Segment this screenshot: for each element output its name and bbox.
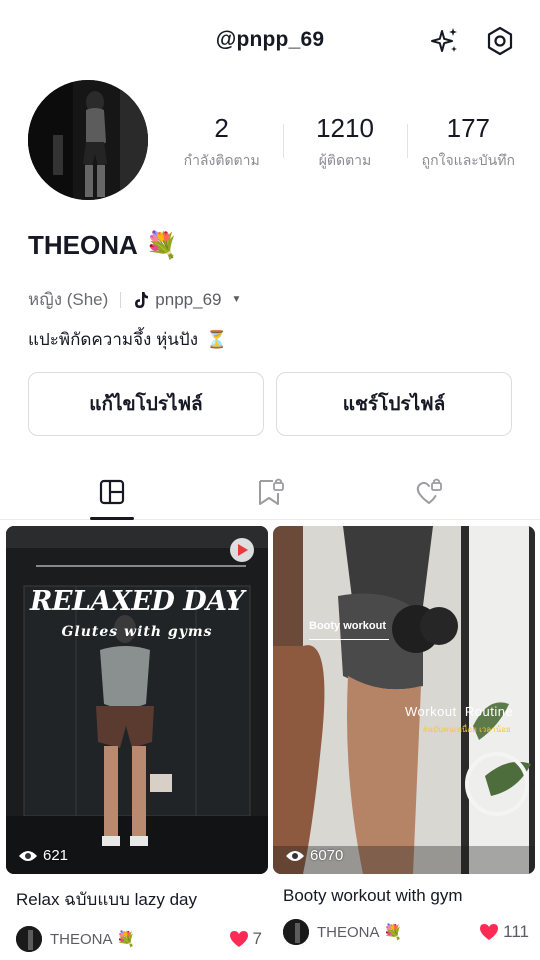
- tiktok-handle: pnpp_69: [155, 289, 222, 309]
- bookmark-lock-icon: [259, 478, 284, 505]
- bio-text: แปะพิกัดความจึ้ง หุ่นปัง: [28, 330, 198, 349]
- video-title: Booty workout with gym: [283, 886, 463, 905]
- author-name-text: THEONA: [317, 923, 380, 941]
- tab-videos[interactable]: [94, 476, 130, 508]
- view-count: 6070: [285, 847, 343, 864]
- tab-liked[interactable]: [410, 476, 446, 508]
- stat-label: ผู้ติดตาม: [318, 152, 372, 168]
- heart-lock-icon: [416, 478, 442, 505]
- profile-avatar[interactable]: [28, 80, 148, 200]
- video-overlay-label: Booty workout: [309, 620, 389, 640]
- label-pointer-line: [309, 639, 389, 640]
- author-name-text: THEONA: [50, 930, 113, 948]
- like-count-text: 111: [503, 922, 529, 941]
- stat-label: กำลังติดตาม: [183, 152, 260, 168]
- hourglass-emoji: ⏳: [206, 329, 228, 349]
- eye-icon: [19, 850, 37, 861]
- stat-label: ถูกใจและบันทึก: [421, 152, 515, 168]
- tiktok-handle-link[interactable]: pnpp_69 ▼: [133, 290, 241, 310]
- content-tabs: [0, 462, 540, 520]
- stat-likes[interactable]: 177 ถูกใจและบันทึก: [406, 112, 530, 172]
- top-bar: @pnpp_69: [0, 0, 540, 80]
- stat-value: 2: [214, 113, 229, 143]
- like-count-text: 7: [252, 929, 262, 948]
- stat-following[interactable]: 2 กำลังติดตาม: [160, 112, 283, 172]
- stat-value: 177: [446, 113, 491, 143]
- pronoun-label: หญิง (She): [28, 290, 109, 309]
- view-count-text: 6070: [310, 847, 344, 864]
- like-count[interactable]: 7: [229, 929, 262, 949]
- video-overlay-label-text: Booty workout: [309, 620, 386, 632]
- display-name: THEONA 💐: [28, 230, 178, 261]
- profile-bio: แปะพิกัดความจึ้ง หุ่นปัง ⏳: [28, 326, 227, 353]
- video-card-footer: THEONA 💐 7: [6, 925, 268, 953]
- share-profile-button[interactable]: แชร์โปรไฟล์: [276, 372, 512, 436]
- caret-down-icon: ▼: [231, 294, 242, 305]
- profile-stats: 2 กำลังติดตาม 1210 ผู้ติดตาม 177 ถูกใจแล…: [160, 112, 530, 172]
- profile-meta: หญิง (She) pnpp_69 ▼: [28, 286, 241, 313]
- video-overlay-title: Workout Routine: [405, 704, 514, 719]
- view-count: 621: [18, 847, 68, 864]
- video-card[interactable]: Booty workout Workout Routine #ฉบับคนเหน…: [273, 526, 535, 946]
- bouquet-emoji: 💐: [116, 931, 136, 948]
- settings-icon[interactable]: [483, 24, 517, 58]
- stat-value: 1210: [316, 113, 374, 143]
- video-thumbnail[interactable]: Booty workout Workout Routine #ฉบับคนเหน…: [273, 526, 535, 874]
- author-name: THEONA 💐: [50, 930, 136, 949]
- heart-icon: [229, 931, 248, 947]
- author-name: THEONA 💐: [317, 923, 403, 942]
- grid-icon: [99, 479, 125, 505]
- like-count[interactable]: 111: [479, 922, 529, 942]
- video-overlay-title: RELAXED DAY: [29, 586, 245, 617]
- author-avatar: [16, 926, 42, 952]
- view-count-text: 621: [43, 847, 69, 864]
- edit-profile-button[interactable]: แก้ไขโปรไฟล์: [28, 372, 264, 436]
- sparkle-icon[interactable]: [428, 24, 462, 58]
- video-card[interactable]: RELAXED DAY Glutes with gyms 621 Relax ฉ…: [6, 526, 268, 953]
- display-name-text: THEONA: [28, 230, 138, 260]
- video-overlay-subtitle: Glutes with gyms: [61, 624, 213, 640]
- tiktok-logo-icon: [135, 291, 149, 308]
- author-avatar: [283, 919, 309, 945]
- bouquet-emoji: 💐: [145, 230, 179, 260]
- video-overlay-subtitle: #ฉบับคนเหนื่อย เวลาน้อย: [423, 725, 511, 734]
- video-thumbnail[interactable]: RELAXED DAY Glutes with gyms 621: [6, 526, 268, 874]
- heart-icon: [480, 924, 499, 940]
- video-card-footer: THEONA 💐 111: [273, 918, 535, 946]
- meta-divider: [120, 291, 122, 308]
- bouquet-emoji: 💐: [383, 924, 403, 941]
- stat-followers[interactable]: 1210 ผู้ติดตาม: [283, 112, 406, 172]
- eye-icon: [286, 850, 304, 861]
- active-tab-indicator: [90, 517, 134, 520]
- tab-saved[interactable]: [252, 476, 288, 508]
- video-title: Relax ฉบับแบบ lazy day: [16, 890, 197, 909]
